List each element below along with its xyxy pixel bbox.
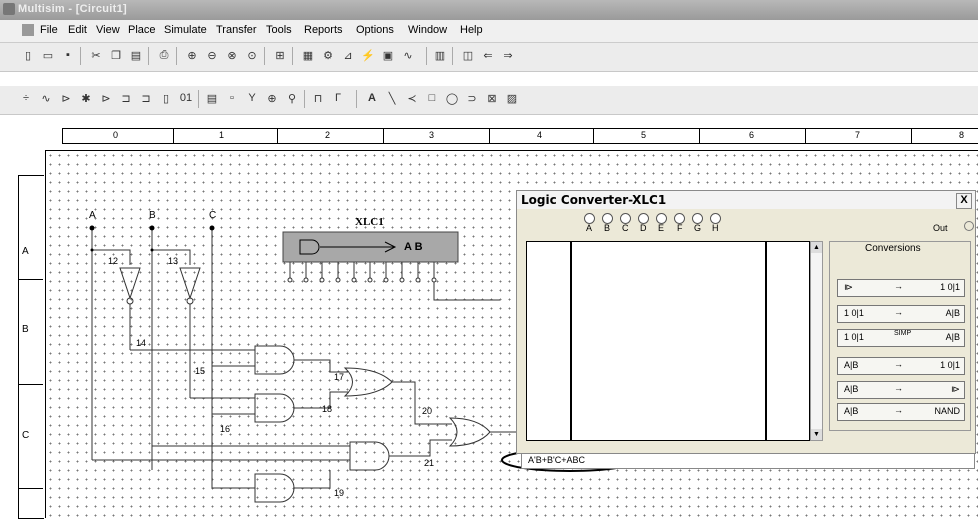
close-button[interactable]: X — [956, 193, 972, 209]
logic-converter-titlebar[interactable]: Logic Converter-XLC1 X — [517, 191, 975, 209]
instrument-output-label: A B — [404, 241, 423, 253]
instrument-label: XLC1 — [355, 216, 384, 228]
scroll-up-icon[interactable]: ▲ — [811, 242, 822, 253]
scroll-down-icon[interactable]: ▼ — [811, 429, 822, 440]
node-label: 12 — [108, 256, 119, 266]
node-label: 20 — [422, 406, 433, 416]
circuit-to-truth-table-button[interactable]: ⧐ → 1 0|1 — [837, 279, 965, 297]
node-label: 14 — [136, 338, 147, 348]
node-label: 18 — [322, 404, 333, 414]
truth-table-to-expression-button[interactable]: 1 0|1 → A|B — [837, 305, 965, 323]
input-label: A — [586, 223, 593, 233]
logic-converter-title: Logic Converter-XLC1 — [521, 193, 667, 207]
input-label: E — [658, 223, 665, 233]
input-label: B — [604, 223, 611, 233]
conversions-label: Conversions — [863, 243, 923, 254]
table-divider — [570, 242, 572, 440]
node-label: 19 — [334, 488, 345, 498]
input-label-a: A — [89, 210, 96, 221]
node-label: 17 — [334, 372, 345, 382]
node-label: 16 — [220, 424, 231, 434]
table-divider — [765, 242, 767, 440]
expression-to-truth-table-button[interactable]: A|B → 1 0|1 — [837, 357, 965, 375]
input-label: F — [677, 223, 683, 233]
input-label: G — [694, 223, 702, 233]
expression-to-nand-button[interactable]: A|B → NAND — [837, 403, 965, 421]
logic-converter-window: Logic Converter-XLC1 X A B C D E F G H O… — [516, 190, 976, 469]
node-label: 13 — [168, 256, 179, 266]
input-label-b: B — [149, 210, 156, 221]
input-label: H — [712, 223, 719, 233]
expression-text: A'B+B'C+ABC — [528, 455, 585, 465]
input-label-c: C — [209, 210, 217, 221]
node-label: 15 — [195, 366, 206, 376]
truth-table-to-simplified-expression-button[interactable]: 1 0|1 SIMP A|B — [837, 329, 965, 347]
expression-to-circuit-button[interactable]: A|B → ⧐ — [837, 381, 965, 399]
out-label: Out — [933, 223, 948, 233]
output-terminal[interactable] — [964, 221, 974, 231]
node-label: 21 — [424, 458, 435, 468]
input-label: C — [622, 223, 629, 233]
expression-input[interactable]: A'B+B'C+ABC — [521, 453, 975, 469]
input-label: D — [640, 223, 647, 233]
truth-table-scrollbar[interactable]: ▲ ▼ — [810, 241, 823, 441]
truth-table[interactable] — [526, 241, 810, 441]
